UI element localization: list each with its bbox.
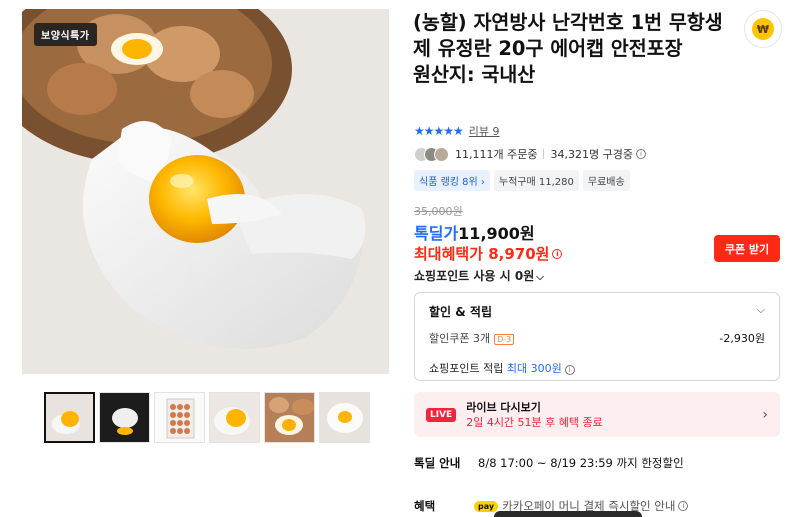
coupon-amount: -2,930원 xyxy=(719,332,765,345)
thumbnail-1[interactable] xyxy=(44,392,95,443)
deal-price: 톡딜가11,900원 xyxy=(414,220,535,244)
coupon-row: 할인쿠폰 3개 D-3 -2,930원 xyxy=(429,330,765,346)
kakaopay-badge: pay xyxy=(474,500,499,512)
max-benefit-text: 최대혜택가 8,970원 xyxy=(414,245,550,263)
chevron-down-icon: ⌵ xyxy=(536,272,544,283)
bottom-toast-bar xyxy=(494,511,642,517)
product-title-block: (농할) 자연방사 난각번호 1번 무항생제 유정란 20구 에어캡 안전포장 … xyxy=(413,10,733,88)
cumulative-tag: 누적구매 11,280 xyxy=(493,170,579,191)
chevron-down-icon: ⌵ xyxy=(756,303,765,316)
discount-benefit-box: 할인 & 적립 ⌵ 할인쿠폰 3개 D-3 -2,930원 쇼핑포인트 적립 최대… xyxy=(414,292,780,381)
chevron-right-icon: › xyxy=(762,406,768,423)
rating-stars: ★★★★★ xyxy=(414,124,464,138)
thumbnail-5[interactable] xyxy=(264,392,315,443)
live-replay-banner[interactable]: LIVE 라이브 다시보기 2일 4시간 51분 후 혜택 종료 › xyxy=(414,392,780,437)
free-shipping-tag: 무료배송 xyxy=(582,170,630,191)
thumbnail-strip xyxy=(44,392,370,443)
buyer-avatars xyxy=(414,146,449,162)
viewer-count: 34,321명 구경중 xyxy=(550,148,633,161)
deal-price-label: 톡딜가 xyxy=(414,224,459,243)
badge-icon-button[interactable]: ₩ xyxy=(744,10,782,48)
point-value: 최대 300원 xyxy=(506,362,562,375)
thumbnail-4[interactable] xyxy=(209,392,260,443)
stats-row: 11,111개 주문중 34,321명 구경중 i xyxy=(414,146,646,162)
coupon-label: 할인쿠폰 3개 xyxy=(429,332,491,345)
info-icon[interactable]: i xyxy=(635,149,646,159)
benefit-box-title: 할인 & 적립 xyxy=(429,305,492,319)
deal-price-value: 11,900원 xyxy=(458,224,535,243)
product-origin: 원산지: 국내산 xyxy=(413,63,536,86)
coin-icon: ₩ xyxy=(752,18,774,40)
dday-badge: D-3 xyxy=(494,334,515,345)
live-title: 라이브 다시보기 xyxy=(466,400,541,414)
rating-row: ★★★★★ 리뷰 9 xyxy=(414,123,500,139)
product-photo xyxy=(22,9,389,374)
tag-row: 식품 랭킹 8위 › 누적구매 11,280 무료배송 xyxy=(414,170,630,191)
ranking-tag[interactable]: 식품 랭킹 8위 › xyxy=(414,170,490,191)
deal-info-label: 톡딜 안내 xyxy=(414,456,461,470)
thumbnail-6[interactable] xyxy=(319,392,370,443)
point-use-dropdown[interactable]: 쇼핑포인트 사용 시 0원 ⌵ xyxy=(414,267,544,284)
review-link[interactable]: 리뷰 9 xyxy=(469,123,500,139)
info-icon[interactable]: i xyxy=(564,365,575,375)
brand-badge: 보양식특가 xyxy=(34,23,97,46)
info-icon[interactable]: i xyxy=(552,248,563,259)
max-benefit-price: 최대혜택가 8,970원 i xyxy=(414,243,563,264)
thumbnail-3[interactable] xyxy=(154,392,205,443)
deal-info-row: 톡딜 안내 8/8 17:00 ~ 8/19 23:59 까지 한정할인 xyxy=(414,455,684,471)
coupon-button[interactable]: 쿠폰 받기 xyxy=(714,235,780,262)
benefit-label: 혜택 xyxy=(414,499,436,513)
point-use-label: 쇼핑포인트 사용 시 0원 xyxy=(414,269,535,283)
main-product-image: 보양식특가 xyxy=(22,9,389,374)
point-row: 쇼핑포인트 적립 최대 300원 i xyxy=(429,360,765,376)
original-price: 35,000원 xyxy=(414,205,463,218)
thumbnail-2[interactable] xyxy=(99,392,150,443)
divider xyxy=(543,149,545,159)
live-badge: LIVE xyxy=(426,407,457,422)
order-count: 11,111개 주문중 xyxy=(455,148,538,161)
deal-info-value: 8/8 17:00 ~ 8/19 23:59 까지 한정할인 xyxy=(478,456,684,470)
product-title: (농할) 자연방사 난각번호 1번 무항생제 유정란 20구 에어캡 안전포장 xyxy=(413,11,723,60)
live-subtitle: 2일 4시간 51분 후 혜택 종료 xyxy=(466,415,603,429)
info-icon[interactable]: i xyxy=(678,501,689,511)
point-label: 쇼핑포인트 적립 xyxy=(429,362,504,375)
benefit-box-header[interactable]: 할인 & 적립 ⌵ xyxy=(429,303,765,320)
live-text: 라이브 다시보기 2일 4시간 51분 후 혜택 종료 xyxy=(466,400,762,430)
